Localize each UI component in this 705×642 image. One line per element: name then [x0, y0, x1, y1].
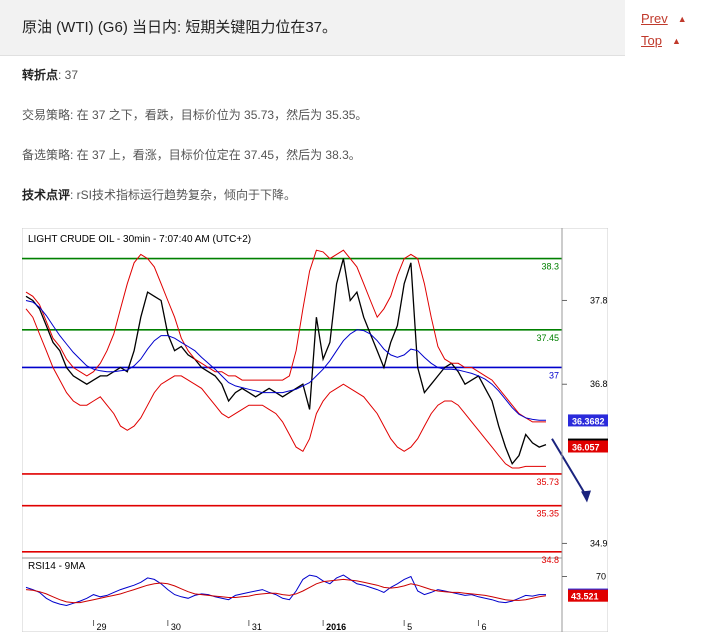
- rsi-y-tick-label: 70: [596, 572, 606, 582]
- value-tag-label: 36.057: [572, 442, 600, 452]
- level-label: 37: [549, 370, 559, 380]
- level-label: 37.45: [536, 333, 559, 343]
- alt-strategy-text: : 在 37 上，看涨，目标价位定在 37.45，然后为 38.3。: [70, 148, 361, 162]
- level-label: 35.35: [536, 509, 559, 519]
- rsi-value-tag-label: 43.521: [571, 592, 599, 602]
- x-tick-label: 5: [407, 622, 412, 632]
- price-chart: LIGHT CRUDE OIL - 30min - 7:07:40 AM (UT…: [21, 227, 609, 633]
- page-title: 原油 (WTI) (G6) 当日内: 短期关键阻力位在37。: [22, 19, 338, 36]
- top-label: Top: [641, 33, 662, 48]
- level-label: 38.3: [541, 262, 559, 272]
- y-tick-label: 34.9: [590, 538, 608, 548]
- chart-svg: LIGHT CRUDE OIL - 30min - 7:07:40 AM (UT…: [21, 227, 609, 633]
- x-tick-label: 2016: [326, 622, 346, 632]
- top-link[interactable]: Top ▲: [641, 32, 687, 54]
- value-tag-label: 36.3682: [572, 416, 605, 426]
- prev-link[interactable]: Prev ▲: [641, 10, 687, 32]
- strategy-text: : 在 37 之下，看跌，目标价位为 35.73，然后为 35.35。: [70, 108, 368, 122]
- arrow-up-icon: ▲: [671, 36, 681, 46]
- side-nav: Prev ▲ Top ▲: [641, 10, 687, 54]
- pivot-value: : 37: [58, 68, 79, 82]
- tech-comment-label: 技术点评: [22, 188, 71, 202]
- chart-frame: [21, 227, 609, 633]
- pivot-label: 转折点: [22, 68, 59, 82]
- x-tick-label: 6: [481, 622, 486, 632]
- strategy-label: 交易策略: [22, 108, 71, 122]
- chart-title: LIGHT CRUDE OIL - 30min - 7:07:40 AM (UT…: [28, 234, 251, 245]
- tech-comment-paragraph: 技术点评: rSI技术指标运行趋势复杂，倾向于下降。: [22, 186, 296, 203]
- level-label: 34.8: [541, 555, 559, 565]
- x-tick-label: 31: [252, 622, 262, 632]
- x-tick-label: 29: [97, 622, 107, 632]
- alt-strategy-label: 备选策略: [22, 148, 71, 162]
- alt-strategy-paragraph: 备选策略: 在 37 上，看涨，目标价位定在 37.45，然后为 38.3。: [22, 146, 361, 163]
- prev-label: Prev: [641, 11, 668, 26]
- article-header: 原油 (WTI) (G6) 当日内: 短期关键阻力位在37。: [0, 0, 625, 56]
- level-label: 35.73: [536, 477, 559, 487]
- y-tick-label: 37.8: [590, 295, 608, 305]
- y-tick-label: 36.8: [590, 379, 608, 389]
- arrow-up-icon: ▲: [677, 14, 687, 24]
- strategy-paragraph: 交易策略: 在 37 之下，看跌，目标价位为 35.73，然后为 35.35。: [22, 106, 367, 123]
- rsi-label: RSI14 - 9MA: [28, 561, 86, 572]
- x-tick-label: 30: [171, 622, 181, 632]
- pivot-paragraph: 转折点: 37: [22, 66, 78, 83]
- tech-comment-text: : rSI技术指标运行趋势复杂，倾向于下降。: [70, 188, 297, 202]
